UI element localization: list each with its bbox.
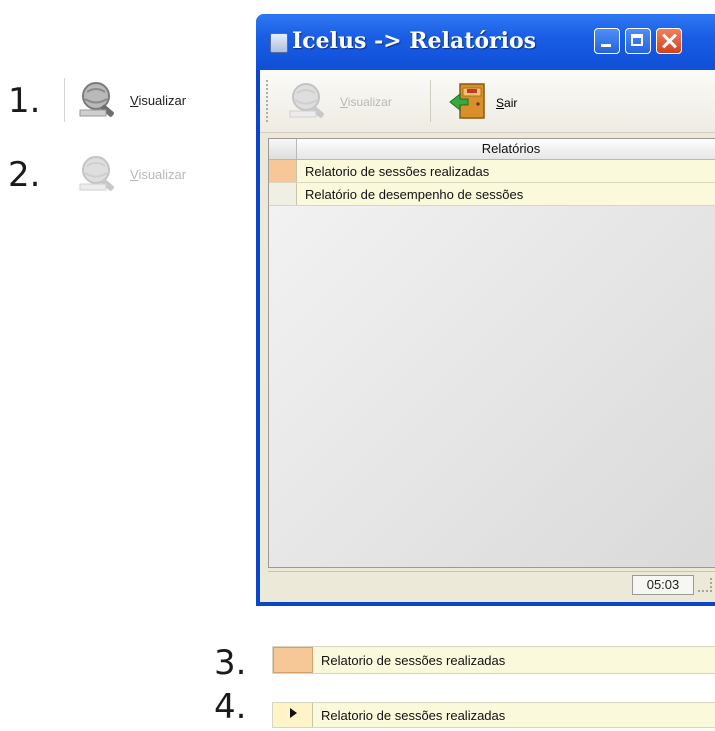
row-indicator [273, 647, 313, 673]
close-button[interactable] [656, 28, 682, 54]
step-number-4: 4. [214, 687, 247, 727]
row-indicator[interactable] [269, 160, 297, 182]
exit-door-icon [448, 80, 488, 125]
step-number-1: 1. [8, 81, 41, 121]
grid-row[interactable]: Relatorio de sessões realizadas [269, 160, 715, 183]
row-indicator [273, 703, 313, 727]
toolbar-grip[interactable] [266, 80, 271, 122]
status-time: 05:03 [632, 575, 694, 595]
magnifier-globe-icon [286, 80, 332, 123]
visualizar-button[interactable]: Visualizar [286, 80, 392, 123]
toolbar-separator [430, 80, 431, 122]
toolbar-separator [64, 78, 65, 122]
grid-header: Relatórios [269, 139, 715, 160]
visualizar-label: Visualizar [130, 167, 187, 182]
current-row-arrow-icon [288, 706, 298, 724]
example-visualizar-enabled-button[interactable]: Visualizar [76, 80, 186, 121]
step-number-3: 3. [214, 643, 247, 683]
maximize-button[interactable] [625, 28, 651, 54]
app-icon [270, 33, 288, 53]
sample-row-current: Relatorio de sessões realizadas [272, 702, 715, 728]
row-indicator[interactable] [269, 183, 297, 205]
reports-grid: Relatórios Relatorio de sessões realizad… [268, 138, 715, 568]
step-number-2: 2. [8, 155, 41, 195]
resize-grip[interactable] [698, 578, 712, 592]
sample-row-selected: Relatorio de sessões realizadas [272, 646, 715, 674]
example-visualizar-disabled-button[interactable]: Visualizar [76, 154, 186, 195]
title-bar[interactable]: Icelus -> Relatórios [256, 14, 715, 70]
magnifier-globe-icon [76, 154, 122, 195]
sair-button[interactable]: Sair [448, 80, 517, 125]
magnifier-globe-icon [76, 80, 122, 121]
row-text: Relatório de desempenho de sessões [305, 186, 524, 202]
column-header-relatorios[interactable]: Relatórios [297, 139, 715, 159]
grid-row[interactable]: Relatório de desempenho de sessões [269, 183, 715, 206]
visualizar-label: Visualizar [340, 94, 392, 109]
status-bar: 05:03 [268, 571, 715, 598]
window-title: Icelus -> Relatórios [292, 28, 537, 54]
grid-corner[interactable] [269, 139, 297, 159]
window-client-area: Visualizar Sair Relatórios Relatorio de … [260, 70, 715, 602]
reports-window: Icelus -> Relatórios Visualizar Sair Rel… [256, 14, 715, 606]
minimize-button[interactable] [594, 28, 620, 54]
sair-label: Sair [496, 95, 518, 110]
row-text: Relatorio de sessões realizadas [321, 652, 506, 668]
row-text: Relatorio de sessões realizadas [305, 163, 490, 179]
toolbar: Visualizar Sair [260, 70, 715, 133]
row-text: Relatorio de sessões realizadas [321, 707, 506, 723]
visualizar-label: Visualizar [130, 93, 187, 108]
